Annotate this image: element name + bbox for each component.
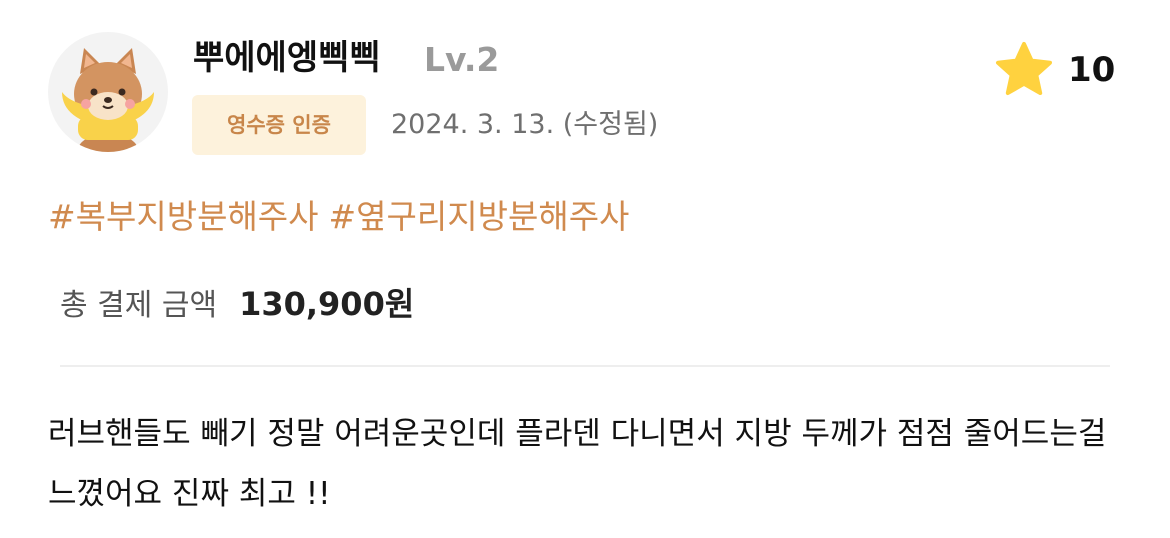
user-level: Lv.2 — [424, 40, 500, 79]
payment-summary: 총 결제 금액 130,900원 — [60, 280, 414, 334]
puppy-face-avatar-icon[interactable] — [48, 32, 168, 152]
review-card: 뿌에에엥삑삑 Lv.2 영수증 인증 2024. 3. 13. (수정됨) 10… — [0, 0, 1170, 538]
review-date: 2024. 3. 13. (수정됨) — [391, 109, 659, 140]
payment-amount: 130,900원 — [239, 285, 415, 323]
review-text: 러브핸들도 빼기 정말 어려운곳인데 플라덴 다니면서 지방 두께가 점점 줄어… — [48, 416, 1107, 512]
rating-value: 10 — [1068, 50, 1116, 90]
divider — [60, 365, 1110, 367]
user-name[interactable]: 뿌에에엥삑삑 — [193, 34, 381, 82]
payment-label: 총 결제 금액 — [60, 288, 218, 323]
hashtag[interactable]: #옆구리지방분해주사 — [329, 197, 630, 236]
star-icon — [996, 42, 1052, 95]
hashtag[interactable]: #복부지방분해주사 — [48, 197, 319, 236]
receipt-verified-badge: 영수증 인증 — [192, 95, 366, 155]
rating: 10 — [994, 38, 1115, 102]
hashtag-list: #복부지방분해주사 #옆구리지방분해주사 — [48, 192, 639, 242]
